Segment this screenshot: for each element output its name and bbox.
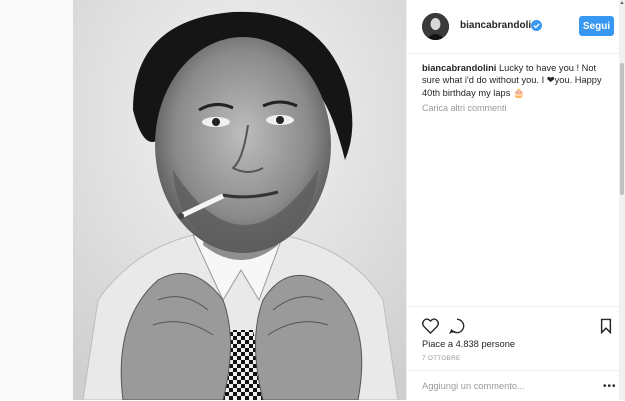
scrollbar[interactable] [619,0,625,400]
post-caption: biancabrandolini Lucky to have you ! Not… [422,62,612,99]
post-photo[interactable] [73,0,406,400]
avatar[interactable] [422,13,449,40]
load-more-comments-link[interactable]: Carica altri commenti [422,103,507,113]
username-link[interactable]: biancabrandolini [460,20,540,31]
caption-username[interactable]: biancabrandolini [422,63,496,73]
verified-badge-icon [531,20,542,31]
more-options-icon[interactable]: ••• [603,381,617,392]
heart-emoji-icon: ❤ [546,75,555,86]
post-date: 7 OTTOBRE [422,355,461,362]
avatar-image [422,13,449,40]
comment-input[interactable]: Aggiungi un commento... [422,381,525,391]
post-header: biancabrandolini Segui [407,0,620,54]
likes-count[interactable]: Piace a 4.838 persone [422,339,515,349]
cake-icon: 🎂 [512,87,525,98]
post-sidebar: biancabrandolini Segui biancabrandolini … [406,0,620,400]
scroll-up-arrow-icon[interactable]: ▲ [619,0,625,7]
heart-icon[interactable] [422,318,439,334]
bookmark-icon[interactable] [600,318,612,334]
portrait-image [73,0,406,400]
follow-button[interactable]: Segui [579,16,614,36]
scrollbar-thumb[interactable] [620,63,624,195]
comment-icon[interactable] [449,318,465,334]
